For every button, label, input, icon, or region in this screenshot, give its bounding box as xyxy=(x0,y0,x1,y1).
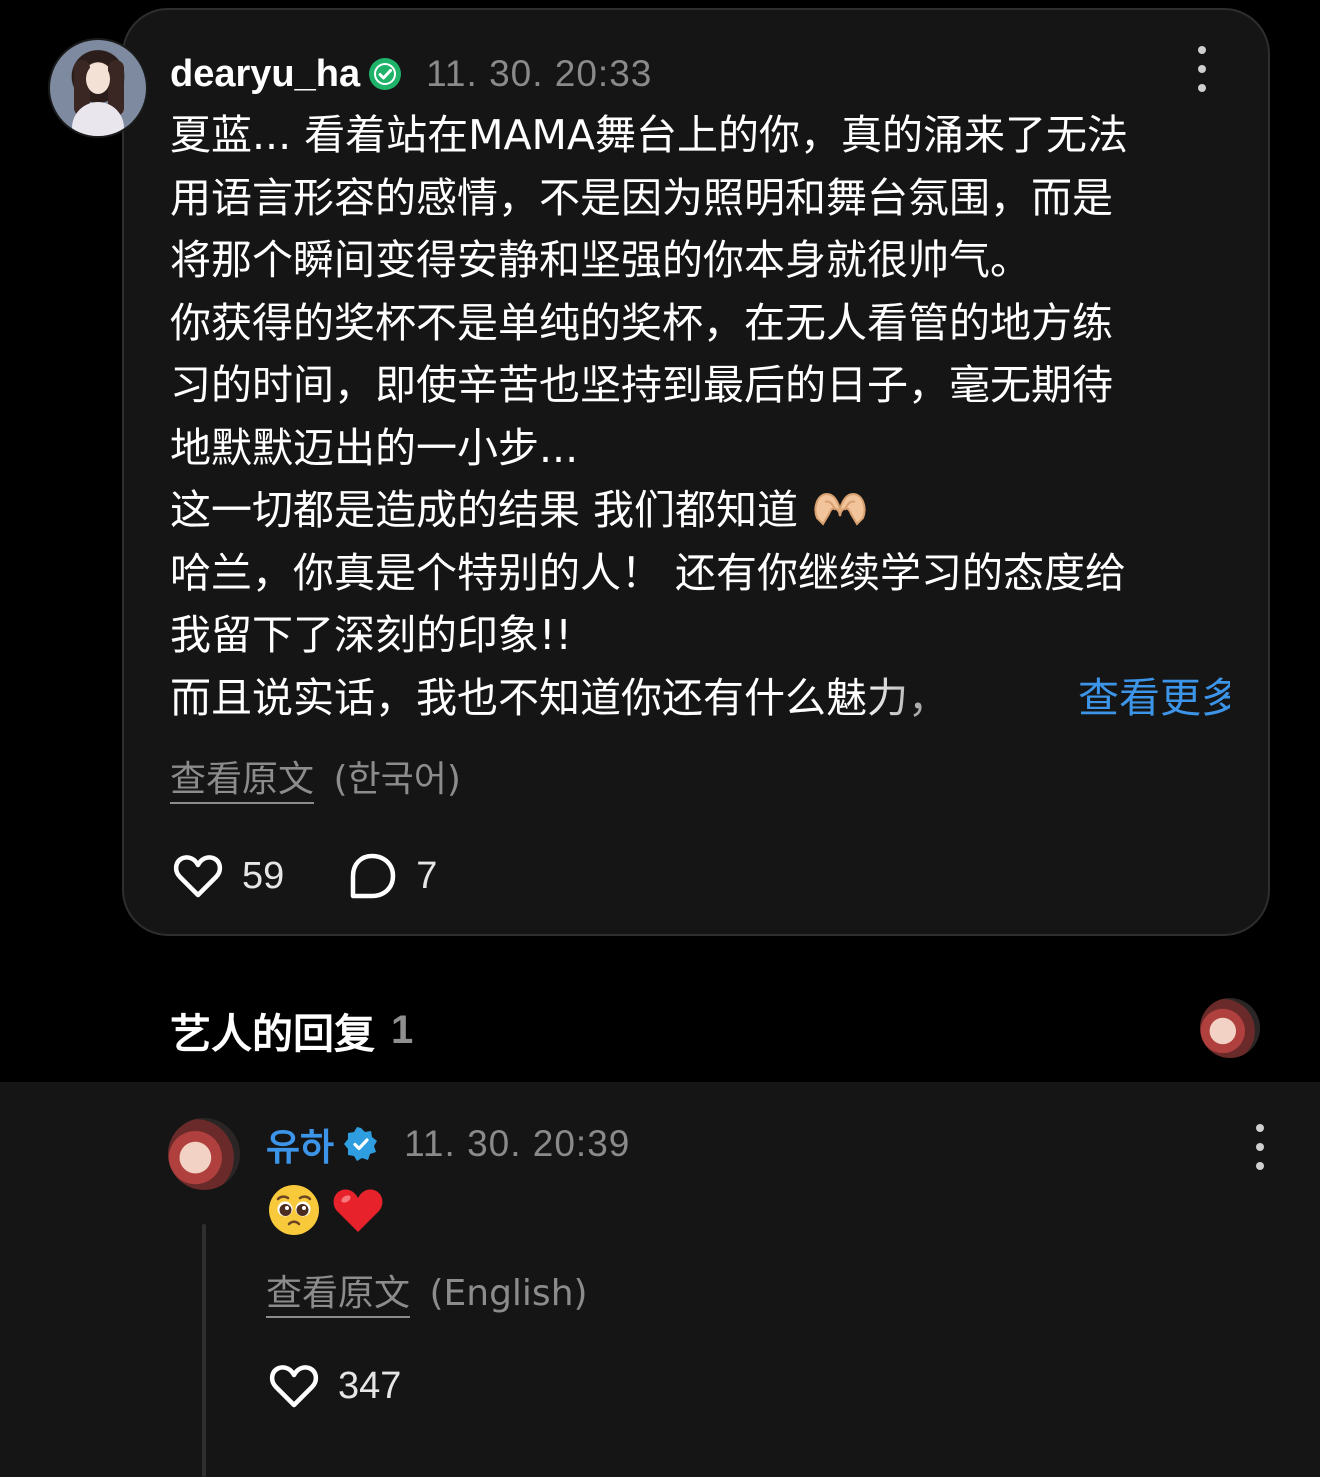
reply-button[interactable]: 7 xyxy=(344,848,437,904)
original-language-label: (한국어) xyxy=(333,759,461,800)
reply-more-options-icon[interactable] xyxy=(1248,1124,1272,1170)
artist-verified-badge-icon xyxy=(344,1127,378,1161)
comment-last-line: 而且说实话，我也不知道你还有什么魅力， 查看更多 xyxy=(170,667,1230,747)
comment-line: 你获得的奖杯不是单纯的奖杯，在无人看管的地方练 xyxy=(170,298,1113,347)
reply-username[interactable]: 유하 xyxy=(266,1117,334,1171)
artist-replies-count: 1 xyxy=(391,1007,414,1052)
like-button[interactable]: 59 xyxy=(170,848,284,904)
reply-original-language-label: (English) xyxy=(429,1273,588,1314)
comment-username[interactable]: dearyu_ha xyxy=(170,53,360,96)
reply-text xyxy=(266,1182,394,1238)
comment-line: 哈兰，你真是个特别的人！ 还有你继续学习的态度给 xyxy=(170,548,1127,597)
artist-replies-title: 艺人的回复 xyxy=(170,1010,375,1058)
reply-like-count: 347 xyxy=(338,1364,402,1407)
reply-view-original-link[interactable]: 查看原文 xyxy=(266,1273,411,1318)
comment-translate-row: 查看原文 (한국어) xyxy=(170,750,461,804)
red-heart-emoji-icon xyxy=(333,1189,383,1232)
artist-reply: 유하 11. 30. 20:39 查看原文 (English) 347 xyxy=(0,1082,1320,1477)
comment-text: 夏蓝... 看着站在MAMA舞台上的你，真的涌来了无法 用语言形容的感情，不是因… xyxy=(170,104,1230,747)
comment-line: 地默默迈出的一小步... xyxy=(170,423,579,472)
reply-actions: 347 xyxy=(266,1358,461,1414)
see-more-link[interactable]: 查看更多 xyxy=(1078,667,1230,730)
reply-timestamp: 11. 30. 20:39 xyxy=(404,1123,631,1164)
comment-line-with-emoji: 这一切都是造成的结果 我们都知道 xyxy=(170,479,1230,542)
verified-badge-icon xyxy=(368,57,402,91)
comment-timestamp: 11. 30. 20:33 xyxy=(426,53,653,94)
page: dearyu_ha 11. 30. 20:33 夏蓝... 看着站在MAMA舞台… xyxy=(0,0,1320,1477)
reply-like-button[interactable]: 347 xyxy=(266,1358,401,1414)
reply-author-row: 유하 11. 30. 20:39 xyxy=(266,1116,630,1172)
artist-replies-header: 艺人的回复 1 xyxy=(170,1000,413,1060)
comment-card: dearyu_ha 11. 30. 20:33 夏蓝... 看着站在MAMA舞台… xyxy=(122,8,1270,936)
comment-line: 用语言形容的感情，不是因为照明和舞台氛围，而是 xyxy=(170,173,1113,222)
comment-line: 习的时间，即使辛苦也坚持到最后的日子，毫无期待 xyxy=(170,361,1113,409)
comment-line: 这一切都是造成的结果 我们都知道 xyxy=(170,486,799,534)
comment-more-options-icon[interactable] xyxy=(1190,46,1214,92)
comment-actions: 59 7 xyxy=(170,848,497,904)
pleading-face-emoji-icon xyxy=(269,1185,319,1235)
comment-line: 将那个瞬间变得安静和坚强的你本身就很帅气。 xyxy=(170,236,1031,284)
reply-count: 7 xyxy=(416,854,438,897)
like-count: 59 xyxy=(242,854,285,897)
heart-icon xyxy=(269,1365,319,1408)
comment-author-row: dearyu_ha 11. 30. 20:33 xyxy=(170,46,652,102)
commenter-avatar[interactable] xyxy=(48,38,148,138)
view-original-link[interactable]: 查看原文 xyxy=(170,759,315,804)
comment-line: 我留下了深刻的印象!! xyxy=(170,611,572,659)
comment-line: 夏蓝... 看着站在MAMA舞台上的你，真的涌来了无法 xyxy=(170,111,1128,159)
artist-avatar[interactable] xyxy=(1200,998,1260,1058)
heart-icon xyxy=(173,855,223,898)
reply-translate-row: 查看原文 (English) xyxy=(266,1264,588,1318)
heart-hands-emoji-icon xyxy=(811,483,869,526)
comment-line: 而且说实话，我也不知道你还有什么魅力， xyxy=(170,673,949,722)
comment-bubble-icon xyxy=(351,853,396,899)
thread-line xyxy=(202,1224,206,1477)
reply-avatar[interactable] xyxy=(168,1118,240,1190)
